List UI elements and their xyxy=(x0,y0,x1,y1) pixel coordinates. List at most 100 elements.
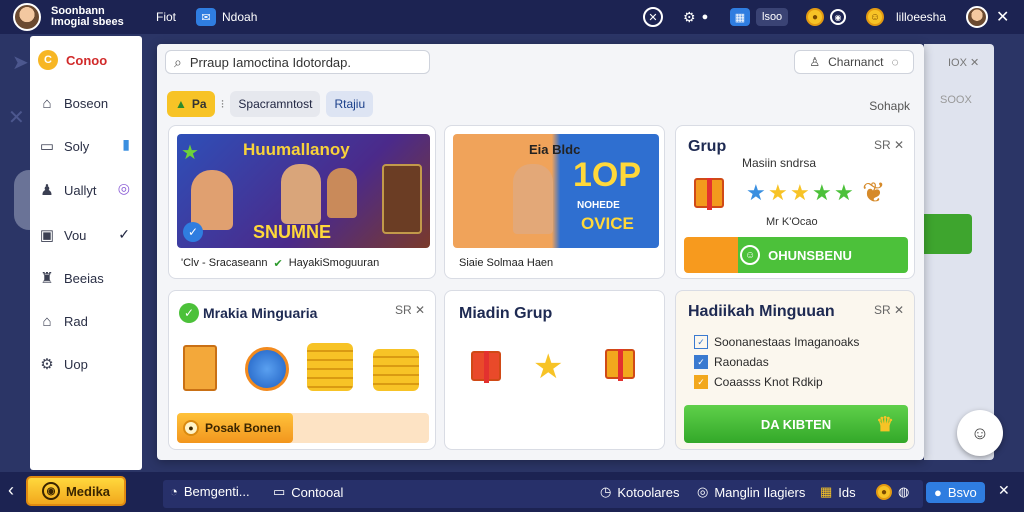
promo-card-2[interactable]: Eia Bldc 1OP NOHEDE OVICE Siaie Solmaa H… xyxy=(444,125,665,279)
sidebar-item-soly[interactable]: ▭ Soly xyxy=(38,138,89,155)
nav-item-fiot[interactable]: Fiot xyxy=(156,0,176,34)
sidebar-item-uallyt[interactable]: ♟ Uallyt xyxy=(38,182,96,199)
character-figure xyxy=(327,168,357,218)
star-icon: ★ xyxy=(834,180,854,205)
bottom-item-kotoolares[interactable]: ◷ Kotoolares xyxy=(600,484,680,500)
card-mid-text: Mr K'Ocao xyxy=(766,216,818,228)
bottom-item-bemgenti[interactable]: ◔ Bemgenti... xyxy=(170,484,250,499)
card-close-button[interactable]: SR ✕ xyxy=(395,303,425,317)
card-title: Grup xyxy=(688,138,727,155)
coin-balance[interactable]: ☺ lilloeesha xyxy=(866,0,946,34)
coin-icon: ● xyxy=(183,420,199,436)
close-circle-icon: ✕ xyxy=(643,7,663,27)
weekly-action-button[interactable]: ● Posak Bonen xyxy=(177,413,293,443)
window-close-button[interactable]: ✕ xyxy=(996,0,1009,34)
list-item: ✓ Soonanestaas Imaganoaks xyxy=(694,335,859,349)
check-badge-icon: ✓ xyxy=(179,303,199,323)
bottom-close-button[interactable]: ✕ xyxy=(998,482,1010,499)
sidebar-item-label: Boseon xyxy=(64,95,109,111)
profile-button[interactable] xyxy=(966,0,988,34)
tab-spacramntost[interactable]: Spacramntost xyxy=(230,91,321,117)
sort-label[interactable]: Sohapk xyxy=(869,99,910,113)
weekly-gift-card[interactable]: Hadiikah Minguuan SR ✕ ✓ Soonanestaas Ima… xyxy=(675,290,915,450)
background-green-block xyxy=(924,214,972,254)
comment-button[interactable]: ♙ Charnanct ◌ xyxy=(794,50,914,74)
card-close-button[interactable]: SR ✕ xyxy=(874,303,904,317)
target-icon: ◎ xyxy=(697,484,709,499)
sidebar-item-conoo[interactable]: C Conoo xyxy=(38,50,107,70)
coin-icon: ☺ xyxy=(866,8,884,26)
tab-rtajiu[interactable]: Rtajiu xyxy=(326,91,374,117)
tools-button[interactable]: ⚙ ● xyxy=(683,0,708,34)
coin-balance-label: lilloeesha xyxy=(896,10,947,24)
comment-button-label: Charnanct xyxy=(828,55,884,69)
background-panel-label2: SOOX xyxy=(940,94,972,106)
book-icon xyxy=(183,345,217,391)
user-icon: ● xyxy=(934,485,942,500)
status-chip-label: lsoo xyxy=(756,8,789,26)
sidebar-item-vou[interactable]: ▣ Vou xyxy=(38,227,87,244)
bottom-item-label: Ids xyxy=(838,484,856,500)
bottom-item-label: Contooal xyxy=(291,484,344,500)
app-icon: ✉ xyxy=(196,8,216,26)
bottom-item-contooal[interactable]: ▭ Contooal xyxy=(273,484,343,500)
chat-icon: ▭ xyxy=(273,484,286,499)
gift-icon xyxy=(694,178,724,210)
card-title: Hadiikah Minguuan xyxy=(688,303,835,320)
people-icon: ♜ xyxy=(40,270,54,287)
medika-button[interactable]: ◉ Medika xyxy=(26,476,126,506)
bg-x-decoration: ✕ xyxy=(8,107,25,129)
coin-stack-icon xyxy=(373,349,419,391)
monitor-icon: ▭ xyxy=(39,138,55,155)
tab-pa[interactable]: ▲ Pa xyxy=(167,91,215,117)
banner-title: Huumallanoy xyxy=(243,140,350,159)
character-figure xyxy=(281,164,321,224)
bottom-item-bsvo[interactable]: ● Bsvo xyxy=(926,482,985,503)
sidebar-item-rad[interactable]: ⌂ Rad xyxy=(38,313,87,330)
star-icon: ★ xyxy=(746,180,766,205)
sidebar-item-label: Beeias xyxy=(64,270,104,286)
coin-stack-icon xyxy=(307,343,353,391)
back-button[interactable]: ‹ xyxy=(8,480,14,501)
promo-banner-1: Huumallanoy ★ SNUMNE ✓ xyxy=(177,134,430,248)
sidebar-item-boseon[interactable]: ⌂ Boseon xyxy=(38,94,109,112)
tab-label: Spacramntost xyxy=(238,97,313,111)
nav-item-ndoah-label: Ndoah xyxy=(222,10,258,24)
group-action-button[interactable]: ☺ OHUNSBENU xyxy=(684,237,908,273)
user-avatar[interactable] xyxy=(13,3,41,31)
list-item-label: Coaasss Knot Rdkip xyxy=(714,375,823,389)
coin-icon: ◉ xyxy=(41,482,60,500)
profile-avatar xyxy=(966,6,988,28)
bell-icon: ◉ xyxy=(830,9,846,25)
bottom-item-ids[interactable]: ▦ Ids xyxy=(820,484,856,500)
card-close-button[interactable]: SR ✕ xyxy=(874,138,904,152)
bottom-coin-button[interactable]: ● ◍ xyxy=(876,484,909,500)
star-icon: ★ xyxy=(790,180,810,205)
weekly-card[interactable]: ✓ Mrakia Minguaria SR ✕ ● Posak Bonen xyxy=(168,290,436,450)
promo-card-1[interactable]: Huumallanoy ★ SNUMNE ✓ 'Clv - Sracaseann… xyxy=(168,125,436,279)
home-icon: ⌂ xyxy=(42,94,52,112)
assistant-button[interactable]: ☺ xyxy=(957,410,1003,456)
sidebar-item-beeias[interactable]: ♜ Beeias xyxy=(38,270,104,287)
group-gifts-card[interactable]: Miadin Grup ★ xyxy=(444,290,665,450)
check-icon: ✓ xyxy=(694,335,708,349)
chart-icon: ▦ xyxy=(730,8,750,26)
star-icon: ★ xyxy=(181,142,199,164)
bottom-item-manglin[interactable]: ◎ Manglin Ilagiers xyxy=(697,484,805,500)
wrench-icon: ⚙ xyxy=(683,8,696,25)
weekly-action-button-label: Posak Bonen xyxy=(205,421,282,435)
search-input-value: Prraup Iamoctina Idotordap. xyxy=(189,54,351,70)
status-chip[interactable]: ▦ lsoo xyxy=(730,0,789,34)
gift-icon xyxy=(471,351,501,383)
group-card[interactable]: Grup SR ✕ Masiin sndrsa ★ ★ ★ ★ ★ ❦ Mr K… xyxy=(675,125,915,279)
claim-button[interactable]: DA KIBTEN ♛ xyxy=(684,405,908,443)
nav-item-ndoah[interactable]: ✉ Ndoah xyxy=(196,0,257,34)
mascot-button[interactable]: ● ◉ xyxy=(806,0,846,34)
close-circle-button[interactable]: ✕ xyxy=(643,0,663,34)
sidebar-item-uop[interactable]: ⚙ Uop xyxy=(38,356,88,373)
search-input[interactable]: ⌕ Prraup Iamoctina Idotordap. xyxy=(165,50,430,74)
bottom-item-label: Bemgenti... xyxy=(183,484,250,499)
bottom-item-label: Bsvo xyxy=(947,485,977,500)
banner-sub-text: OVICE xyxy=(581,214,634,233)
frame-figure xyxy=(382,164,422,234)
